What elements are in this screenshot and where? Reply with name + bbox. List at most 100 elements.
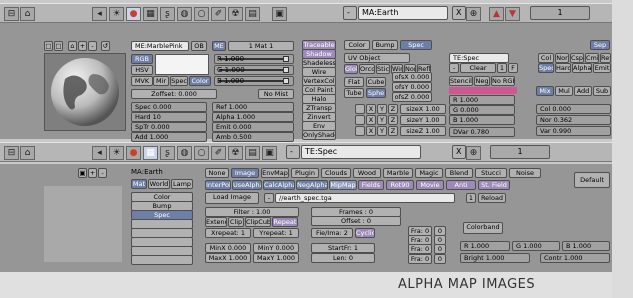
blend-mul[interactable]: Mul [555,86,573,96]
mapto-hard[interactable]: Hard [555,63,571,73]
mipmap-toggle[interactable]: MipMap [329,180,357,190]
tex-b-field[interactable]: B 1.000 [562,241,610,251]
mapto-csp[interactable]: Csp [570,53,584,63]
tex-channel-color[interactable]: Color [344,40,370,50]
contr-field[interactable]: Contr 1.000 [540,253,610,263]
axis-y-row3[interactable]: Y [377,126,387,136]
clear-texture-button[interactable]: Clear [460,63,496,73]
negalpha-toggle[interactable]: NegAlpha [296,180,328,190]
script-icon[interactable]: ☢ [228,146,243,160]
material-name-field[interactable]: MA:Earth [358,6,448,20]
pointer-icon[interactable]: ◂ [92,146,107,160]
source-world[interactable]: World [148,179,170,189]
fra-offset-4[interactable]: 0 [434,254,446,264]
colorband-button[interactable]: Colorband [463,222,503,234]
mapto-cmir[interactable]: Cmir [585,53,599,63]
fields-toggle[interactable]: Fields [358,180,384,190]
axis-x-row2-x[interactable]: X [366,115,376,125]
image-path-field[interactable]: //earth_spec.tga [275,193,455,203]
mapto-emit[interactable]: Emit [593,63,611,73]
add-field[interactable]: Add 1.000 [131,132,207,142]
len-field[interactable]: Len: 0 [311,253,375,263]
no-mist-button[interactable]: No Mist [258,89,294,99]
rgb-mode-button[interactable]: RGB [131,54,153,64]
fake-user-icon[interactable]: ⊕ [466,7,481,21]
type-image[interactable]: Image [231,168,259,178]
unlink-texture-button[interactable]: X [452,145,466,159]
load-image-button[interactable]: Load Image [205,192,259,204]
type-marble[interactable]: Marble [383,168,413,178]
filter-field[interactable]: Filter : 1.00 [205,207,299,217]
mapto-alpha[interactable]: Alpha [572,63,592,73]
scene-icon[interactable]: ✐ [211,7,226,21]
axis-x-row3[interactable] [355,126,365,136]
movie-toggle[interactable]: Movie [416,180,444,190]
hsv-mode-button[interactable]: HSV [131,65,153,75]
amb-field[interactable]: Amb 0.500 [212,132,294,142]
fake-user-icon[interactable]: ⊕ [466,146,481,160]
maxx-field[interactable]: MaxX 1.000 [205,253,251,263]
startfr-field[interactable]: StartFr: 1 [311,243,375,253]
type-blend[interactable]: Blend [445,168,473,178]
default-vars-button[interactable]: Default Vars [574,172,610,188]
unlink-material-button[interactable]: X [452,6,466,20]
pointer-icon[interactable]: ◂ [92,7,107,21]
scene-icon[interactable]: ✐ [211,146,226,160]
texture-icon[interactable]: ▣ [262,146,277,160]
type-plugin[interactable]: Plugin [291,168,319,178]
cyclic-toggle[interactable]: Cyclic [355,228,375,238]
shading-icon[interactable]: ● [126,146,141,160]
mapto-ref[interactable]: Ref [600,53,611,63]
miny-field[interactable]: MinY 0.000 [253,243,299,253]
zoffset-field[interactable]: Zoffset: 0.000 [131,89,217,99]
blend-sub[interactable]: Sub [593,86,611,96]
mapto-spec[interactable]: Spec [538,63,554,73]
mapto-nor[interactable]: Nor [555,53,569,63]
type-envmap[interactable]: EnvMap [261,168,289,178]
preview-refresh-button[interactable]: ↺ [101,41,110,51]
world-icon[interactable]: ◍ [177,7,192,21]
reload-button[interactable]: Reload [478,193,506,203]
anti-toggle[interactable]: Anti [446,180,476,190]
st-field-toggle[interactable]: St. Field [478,180,510,190]
ofsx-field[interactable]: ofsX 0.000 [392,72,432,82]
cmyk-mode-button[interactable]: MVK [131,76,153,86]
col-factor[interactable]: Col 0.000 [536,104,611,114]
fra-offset-3[interactable]: 0 [434,244,446,254]
type-none[interactable]: None [205,168,229,178]
browse-material-button[interactable]: - [343,6,357,20]
preview-flat-button[interactable]: ⌂ [68,41,77,51]
browse-texture-button[interactable]: - [449,63,459,73]
radiosity-icon[interactable]: ○ [194,146,209,160]
tex-r-field[interactable]: R 1.000 [449,95,515,105]
texture-name-field[interactable]: TE:Spec [449,53,509,63]
fra-field-3[interactable]: Fra: 0 [408,244,432,254]
render-icon[interactable]: ▤ [245,146,260,160]
home-icon[interactable]: ⌂ [20,7,35,21]
browse-texture-button[interactable]: - [286,145,300,159]
blend-mix[interactable]: Mix [536,86,554,96]
alpha-field[interactable]: Alpha 1.000 [212,112,294,122]
up-arrow-icon[interactable]: ▲ [489,7,504,21]
type-clouds[interactable]: Clouds [321,168,351,178]
proj-cube[interactable]: Cube [366,77,386,87]
proj-sphe[interactable]: Sphe [366,88,386,98]
map-glob[interactable]: Glob [344,64,358,74]
down-arrow-icon[interactable]: ▼ [505,7,520,21]
render-icon[interactable]: ▤ [245,7,260,21]
fie-img-field[interactable]: Fie/Ima: 2 [311,228,353,238]
tex-g-field[interactable]: G 0.000 [449,105,515,115]
map-stick[interactable]: Stick [376,64,390,74]
axis-x-row2[interactable] [355,115,365,125]
axis-y-row1[interactable]: Y [377,104,387,114]
ofsy-field[interactable]: ofsY 0.000 [392,82,432,92]
material-name-field[interactable]: ME:MarblePink [131,41,189,51]
onlyshadow-toggle[interactable]: OnlyShadow [302,130,336,140]
axis-z-row1[interactable]: Z [388,104,398,114]
neg-button[interactable]: Neg [474,76,490,86]
var-factor[interactable]: Var 0.990 [536,126,611,136]
channel-empty-5[interactable] [131,255,193,265]
window-type-icon[interactable]: ⊟ [4,7,19,21]
dvar-slider[interactable]: DVar 0.780 [449,127,515,137]
hard-field[interactable]: Hard 10 [131,112,207,122]
